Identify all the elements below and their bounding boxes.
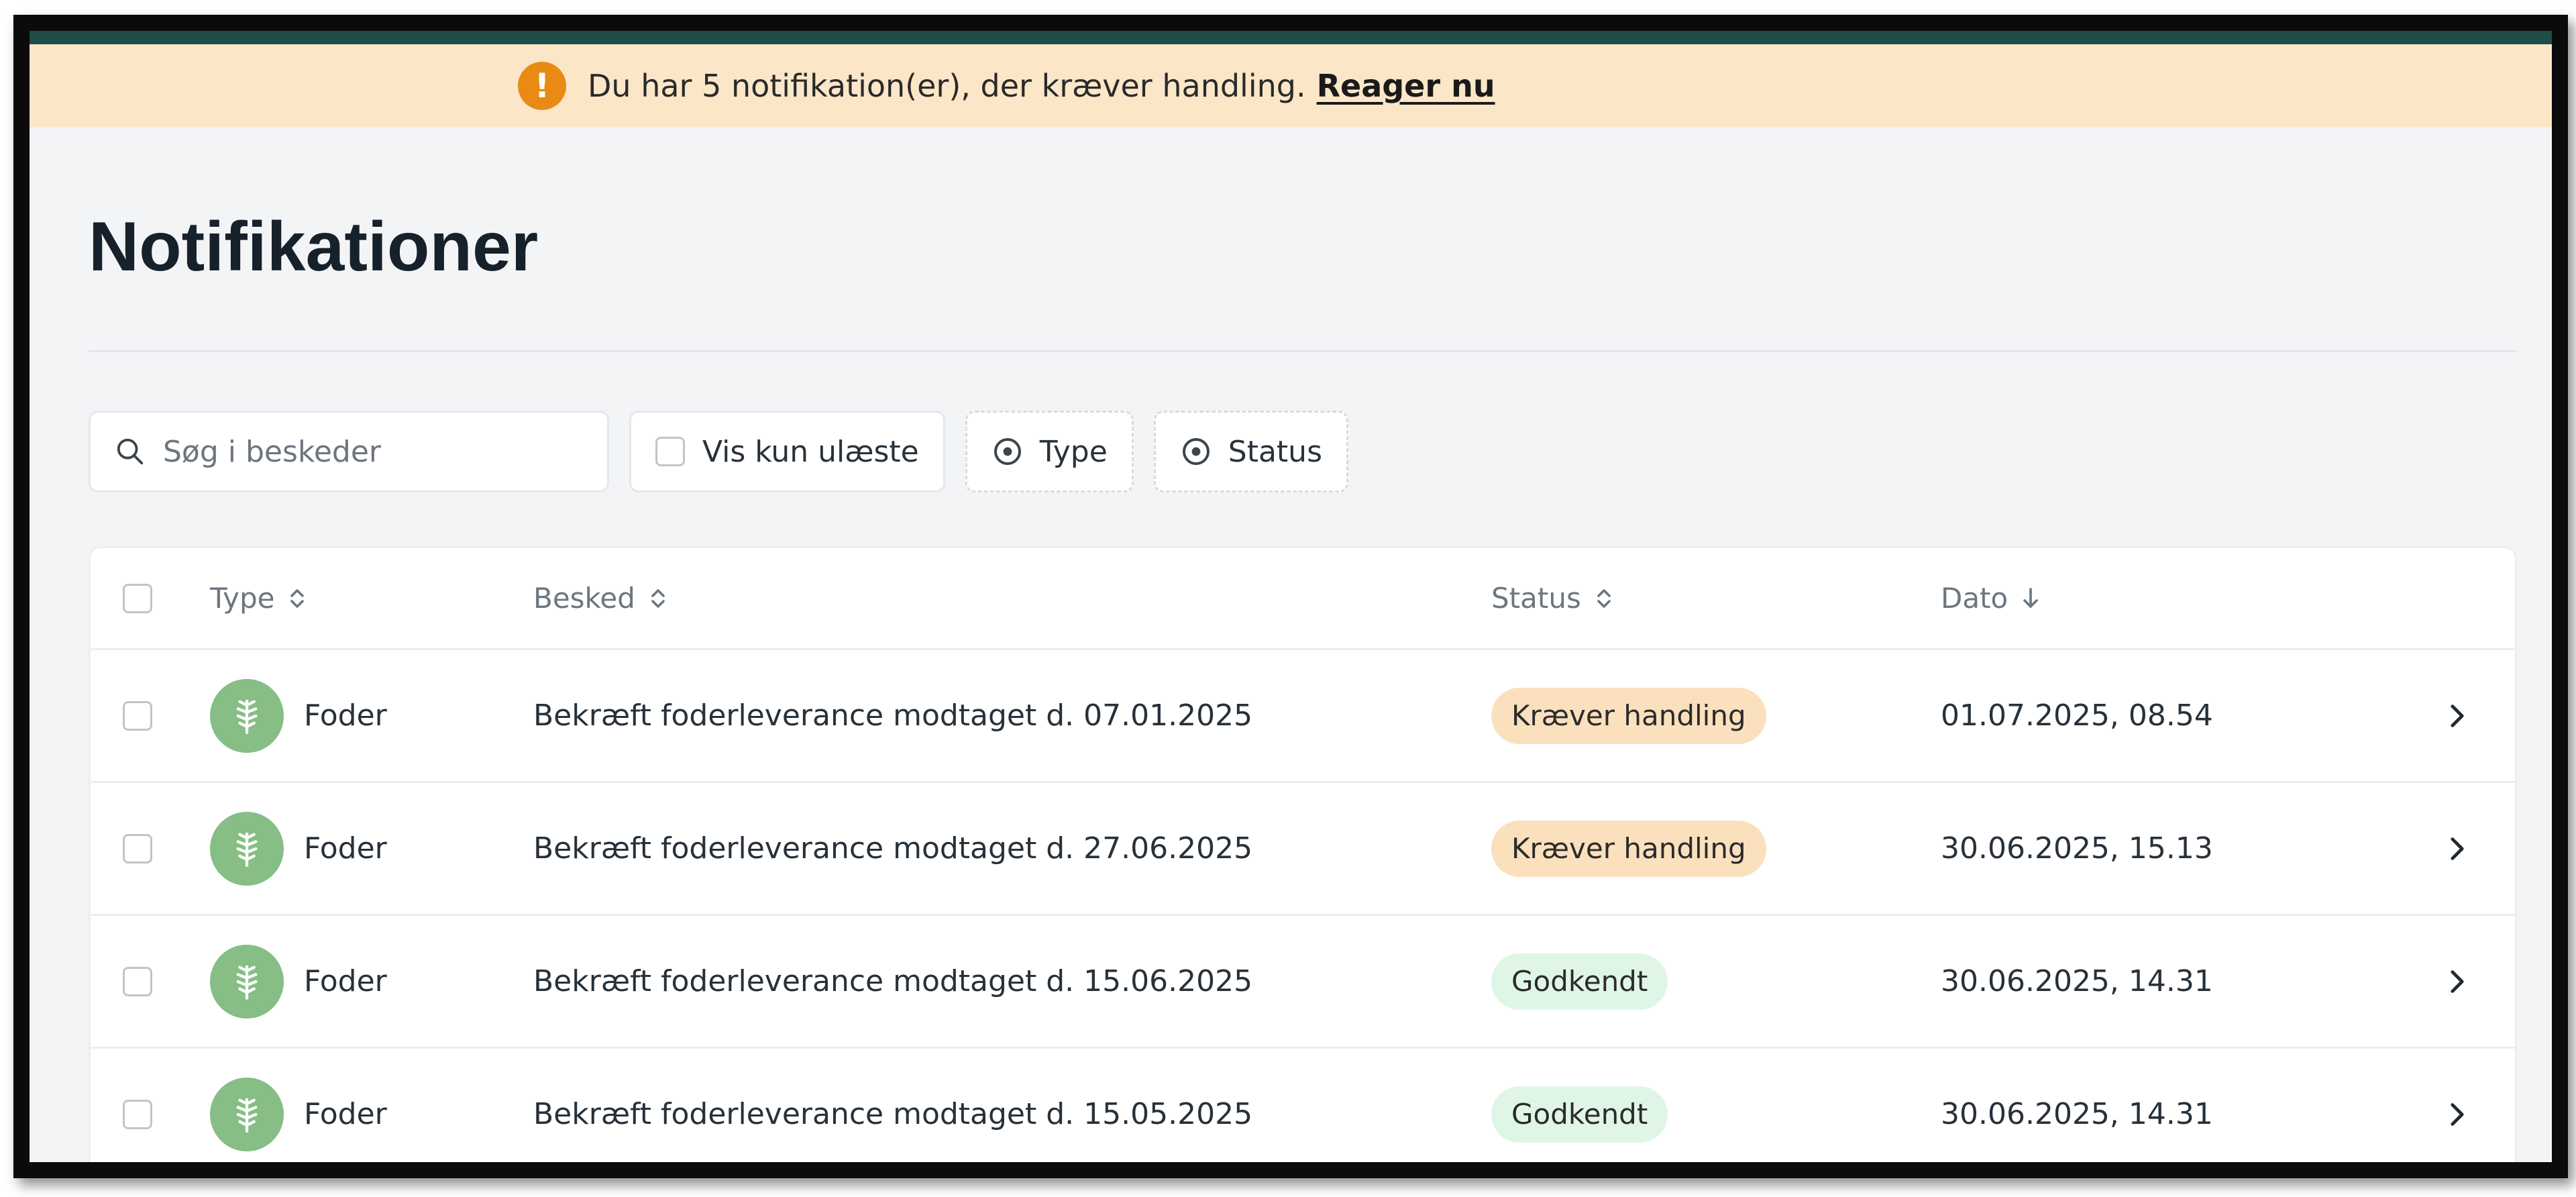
row-checkbox[interactable]	[123, 966, 152, 996]
date-cell: 30.06.2025, 14.31	[1941, 1049, 2213, 1162]
divider	[89, 350, 2517, 352]
unread-label: Vis kun ulæste	[702, 434, 919, 469]
column-header-type[interactable]: Type	[210, 548, 308, 648]
notification-banner: ! Du har 5 notifikation(er), der kræver …	[30, 44, 2552, 127]
sort-down-arrow-icon	[2023, 587, 2039, 608]
circle-plus-icon	[994, 438, 1021, 465]
react-now-link[interactable]: Reager nu	[1317, 68, 1495, 104]
type-cell: Foder	[210, 916, 387, 1047]
wheat-icon	[210, 678, 284, 753]
message-text: Bekræft foderleverance modtaget d. 07.01…	[533, 698, 1253, 733]
date-text: 01.07.2025, 08.54	[1941, 698, 2213, 733]
unread-checkbox[interactable]	[655, 437, 685, 466]
type-cell: Foder	[210, 783, 387, 914]
status-filter-button[interactable]: Status	[1153, 411, 1348, 492]
chevron-right-icon[interactable]	[2444, 833, 2471, 865]
select-all-checkbox[interactable]	[123, 583, 152, 613]
status-cell: Kræver handling	[1491, 650, 1766, 781]
type-label: Foder	[304, 831, 387, 866]
date-text: 30.06.2025, 14.31	[1941, 964, 2213, 998]
message-cell: Bekræft foderleverance modtaget d. 15.05…	[533, 1049, 1253, 1162]
type-cell: Foder	[210, 1049, 387, 1162]
status-badge: Kræver handling	[1491, 687, 1766, 744]
column-header-label: Besked	[533, 582, 635, 615]
date-cell: 01.07.2025, 08.54	[1941, 650, 2213, 781]
message-text: Bekræft foderleverance modtaget d. 15.06…	[533, 964, 1253, 998]
status-cell: Godkendt	[1491, 1049, 1668, 1162]
row-open-cell	[2444, 650, 2471, 781]
row-open-cell	[2444, 1049, 2471, 1162]
message-cell: Bekræft foderleverance modtaget d. 27.06…	[533, 783, 1252, 914]
status-badge: Godkendt	[1491, 953, 1668, 1010]
row-select-cell	[123, 650, 152, 781]
row-checkbox[interactable]	[123, 700, 152, 731]
status-badge: Godkendt	[1491, 1086, 1668, 1143]
search-box[interactable]	[89, 411, 609, 492]
sort-updown-icon	[1597, 588, 1611, 608]
chevron-right-icon[interactable]	[2444, 700, 2471, 732]
circle-plus-icon	[1182, 438, 1210, 465]
row-open-cell	[2444, 916, 2471, 1047]
column-header-date[interactable]: Dato	[1941, 548, 2041, 648]
column-header-label: Type	[210, 582, 275, 615]
table-row[interactable]: Foder Bekræft foderleverance modtaget d.…	[91, 783, 2515, 916]
message-text: Bekræft foderleverance modtaget d. 27.06…	[533, 831, 1253, 866]
status-cell: Kræver handling	[1491, 783, 1766, 914]
row-checkbox[interactable]	[123, 1099, 152, 1129]
sort-updown-icon	[651, 588, 665, 608]
type-filter-label: Type	[1039, 434, 1108, 469]
date-cell: 30.06.2025, 15.13	[1941, 783, 2213, 914]
select-all-cell	[123, 548, 152, 648]
chevron-right-icon[interactable]	[2444, 1098, 2471, 1131]
date-cell: 30.06.2025, 14.31	[1941, 916, 2213, 1047]
row-open-cell	[2444, 783, 2471, 914]
row-checkbox[interactable]	[123, 833, 152, 864]
message-cell: Bekræft foderleverance modtaget d. 15.06…	[533, 916, 1252, 1047]
date-text: 30.06.2025, 14.31	[1941, 1097, 2213, 1131]
page-title: Notifikationer	[89, 208, 539, 286]
message-text: Bekræft foderleverance modtaget d. 15.05…	[533, 1097, 1253, 1131]
status-cell: Godkendt	[1491, 916, 1668, 1047]
column-header-status[interactable]: Status	[1491, 548, 1615, 648]
status-badge: Kræver handling	[1491, 820, 1766, 877]
search-icon	[117, 438, 144, 465]
table-row[interactable]: Foder Bekræft foderleverance modtaget d.…	[91, 916, 2515, 1049]
wheat-icon	[210, 811, 284, 886]
column-header-label: Status	[1491, 582, 1581, 615]
column-header-message[interactable]: Besked	[533, 548, 669, 648]
table-row[interactable]: Foder Bekræft foderleverance modtaget d.…	[91, 1049, 2515, 1162]
type-filter-button[interactable]: Type	[965, 411, 1134, 492]
column-header-label: Dato	[1941, 582, 2008, 615]
type-label: Foder	[304, 1097, 387, 1131]
status-filter-label: Status	[1228, 434, 1322, 469]
message-cell: Bekræft foderleverance modtaget d. 07.01…	[533, 650, 1252, 781]
top-nav-strip	[30, 31, 2552, 44]
sort-updown-icon	[290, 588, 305, 608]
table-header: Type Besked Status Dato	[91, 548, 2515, 650]
type-cell: Foder	[210, 650, 387, 781]
row-select-cell	[123, 916, 152, 1047]
date-text: 30.06.2025, 15.13	[1941, 831, 2213, 866]
app-window: ! Du har 5 notifikation(er), der kræver …	[13, 15, 2568, 1178]
filter-bar: Vis kun ulæste Type Status	[89, 411, 1348, 492]
type-label: Foder	[304, 964, 387, 998]
type-label: Foder	[304, 698, 387, 733]
row-select-cell	[123, 1049, 152, 1162]
chevron-right-icon[interactable]	[2444, 966, 2471, 998]
banner-message: Du har 5 notifikation(er), der kræver ha…	[588, 68, 1306, 104]
exclamation-icon: !	[518, 62, 566, 110]
notifications-table: Type Besked Status Dato Foder Bekræft fo…	[89, 546, 2517, 1162]
row-select-cell	[123, 783, 152, 914]
wheat-icon	[210, 1077, 284, 1151]
wheat-icon	[210, 944, 284, 1019]
search-input[interactable]	[162, 433, 580, 470]
table-row[interactable]: Foder Bekræft foderleverance modtaget d.…	[91, 650, 2515, 783]
unread-only-toggle[interactable]: Vis kun ulæste	[629, 411, 945, 492]
